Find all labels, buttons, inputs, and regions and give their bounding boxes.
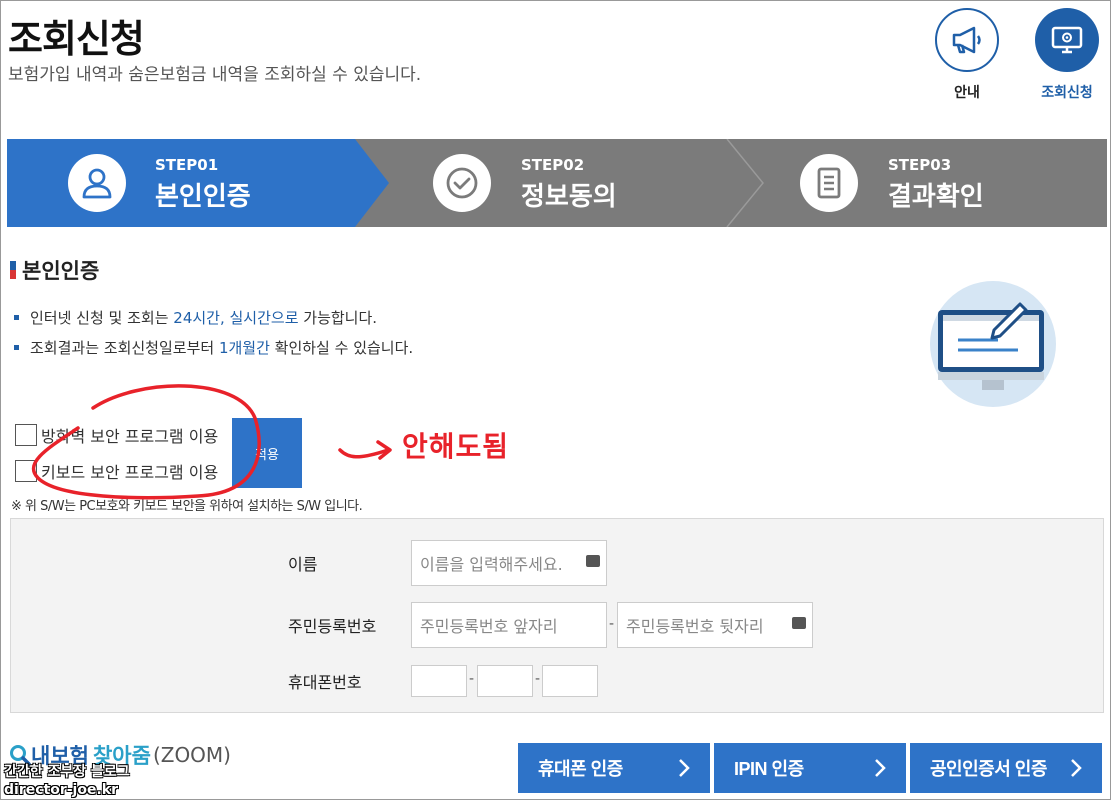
certificate-auth-label: 공인인증서 인증	[930, 759, 1047, 779]
bullet-1-text-a: 인터넷 신청 및 조회는	[30, 309, 174, 327]
info-bullet-2: 조회결과는 조회신청일로부터 1개월간 확인하실 수 있습니다.	[14, 337, 413, 367]
phone-auth-button[interactable]: 휴대폰 인증	[518, 743, 710, 793]
ipin-auth-button[interactable]: IPIN 인증	[714, 743, 906, 793]
step-1-number: STEP01	[155, 156, 219, 174]
guide-label: 안내	[954, 85, 980, 101]
megaphone-icon	[935, 8, 999, 72]
rrn-back-placeholder: 주민등록번호 뒷자리	[626, 617, 764, 636]
certificate-auth-button[interactable]: 공인인증서 인증	[910, 743, 1102, 793]
rrn-front-placeholder: 주민등록번호 앞자리	[420, 617, 558, 636]
section-title-text: 본인인증	[22, 259, 100, 283]
check-circle-icon	[433, 154, 491, 212]
guide-button[interactable]: 안내	[934, 8, 1000, 102]
annotation-text: 안해도됨	[402, 430, 510, 463]
blog-watermark: 간간한 조부장 블로그 director-joe.kr	[4, 763, 130, 799]
phone-label: 휴대폰번호	[288, 673, 362, 692]
rrn-back-input[interactable]: 주민등록번호 뒷자리	[617, 602, 813, 648]
bullet-1-text-b: 가능합니다.	[298, 309, 378, 327]
chevron-right-icon	[1071, 759, 1082, 777]
phone-dash-1: -	[469, 671, 475, 687]
page-title: 조회신청	[8, 17, 145, 61]
ipin-auth-label: IPIN 인증	[734, 759, 804, 779]
bullet-1-highlight: 24시간, 실시간으로	[173, 309, 299, 327]
rrn-label: 주민등록번호	[288, 617, 377, 636]
chevron-right-icon	[875, 759, 886, 777]
page-subtitle: 보험가입 내역과 숨은보험금 내역을 조회하실 수 있습니다.	[8, 65, 422, 85]
step-progress-bar: STEP01 본인인증 STEP02 정보동의 STEP03 결과확인	[7, 139, 1107, 227]
step-1: STEP01 본인인증	[7, 139, 389, 227]
step-2-number: STEP02	[521, 156, 585, 174]
rrn-dash: -	[609, 616, 615, 632]
step-3-name: 결과확인	[888, 182, 984, 212]
watermark-line-1: 간간한 조부장 블로그	[4, 764, 130, 780]
keypad-icon[interactable]	[586, 555, 600, 567]
info-bullet-1: 인터넷 신청 및 조회는 24시간, 실시간으로 가능합니다.	[14, 307, 413, 337]
chevron-right-icon	[679, 759, 690, 777]
step-1-name: 본인인증	[155, 182, 251, 212]
annotation-arrow	[338, 440, 392, 460]
phone-input-1[interactable]	[411, 665, 467, 697]
keypad-icon[interactable]	[792, 617, 806, 629]
document-icon	[800, 154, 858, 212]
monitor-illustration	[928, 280, 1058, 408]
bullet-2-text-a: 조회결과는 조회신청일로부터	[30, 339, 219, 357]
phone-input-2[interactable]	[477, 665, 533, 697]
annotation-circle	[31, 384, 261, 500]
apply-inquiry-label: 조회신청	[1041, 85, 1093, 101]
user-icon	[68, 154, 126, 212]
step-3-number: STEP03	[888, 156, 952, 174]
phone-dash-2: -	[535, 671, 541, 687]
bullet-2-highlight: 1개월간	[218, 339, 270, 357]
name-placeholder: 이름을 입력해주세요.	[420, 555, 563, 574]
rrn-front-input[interactable]: 주민등록번호 앞자리	[411, 602, 607, 648]
watermark-line-2: director-joe.kr	[4, 782, 118, 798]
info-bullets: 인터넷 신청 및 조회는 24시간, 실시간으로 가능합니다. 조회결과는 조회…	[14, 307, 413, 367]
step-2: STEP02 정보동의	[389, 139, 755, 227]
step-2-name: 정보동의	[521, 182, 617, 212]
monitor-gear-icon	[1035, 8, 1099, 72]
bullet-2-text-b: 확인하실 수 있습니다.	[269, 339, 414, 357]
name-input[interactable]: 이름을 입력해주세요.	[411, 540, 607, 586]
section-title: 본인인증	[10, 255, 99, 285]
phone-auth-label: 휴대폰 인증	[538, 759, 623, 779]
name-label: 이름	[288, 555, 318, 574]
phone-input-3[interactable]	[542, 665, 598, 697]
step-3: STEP03 결과확인	[755, 139, 1107, 227]
logo-text-c: (ZOOM)	[152, 743, 231, 767]
apply-inquiry-button[interactable]: 조회신청	[1034, 8, 1100, 102]
section-marker	[10, 261, 16, 279]
